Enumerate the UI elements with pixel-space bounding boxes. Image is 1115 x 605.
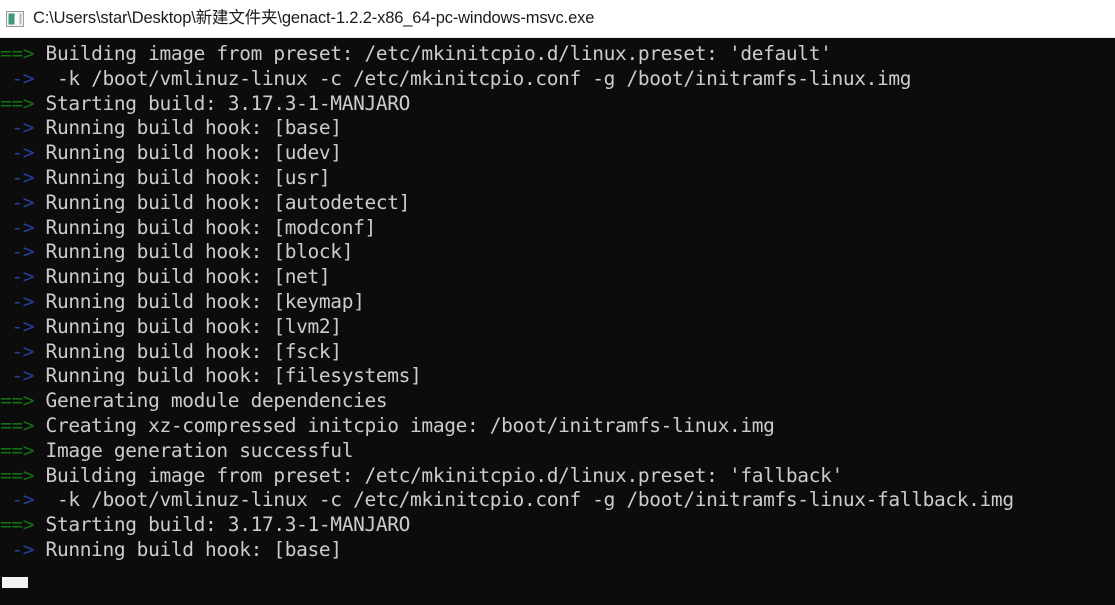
console-line-text: Running build hook: [base] xyxy=(34,116,343,140)
window-title-bar[interactable]: C:\Users\star\Desktop\新建文件夹\genact-1.2.2… xyxy=(0,0,1115,38)
status-arrow-major-icon: ==> xyxy=(0,463,35,487)
console-line-text: Building image from preset: /etc/mkinitc… xyxy=(34,42,832,65)
console-line: -> Running build hook: [keymap] xyxy=(0,290,1115,315)
console-line: -> Running build hook: [base] xyxy=(0,538,1115,563)
status-arrow-major-icon: ==> xyxy=(0,91,35,115)
console-line-text: Starting build: 3.17.3-1-MANJARO xyxy=(34,91,411,115)
console-line-text: Running build hook: [base] xyxy=(34,537,343,561)
console-line: ==> Generating module dependencies xyxy=(0,389,1115,414)
console-line: -> Running build hook: [usr] xyxy=(0,166,1115,191)
status-arrow-minor-icon: -> xyxy=(0,339,35,363)
status-arrow-minor-icon: -> xyxy=(0,240,35,264)
window-title-text: C:\Users\star\Desktop\新建文件夹\genact-1.2.2… xyxy=(33,9,595,28)
console-line: ==> Starting build: 3.17.3-1-MANJARO xyxy=(0,92,1115,117)
console-line-text: Running build hook: [modconf] xyxy=(34,215,377,239)
console-line-text: Running build hook: [autodetect] xyxy=(34,190,411,214)
console-line-text: Running build hook: [lvm2] xyxy=(34,314,343,338)
status-arrow-minor-icon: -> xyxy=(0,116,35,140)
console-line-text: Running build hook: [keymap] xyxy=(34,289,365,313)
status-arrow-major-icon: ==> xyxy=(0,438,35,462)
status-arrow-minor-icon: -> xyxy=(0,66,35,90)
status-arrow-major-icon: ==> xyxy=(0,413,35,437)
console-line: -> -k /boot/vmlinuz-linux -c /etc/mkinit… xyxy=(0,67,1115,92)
console-line: -> Running build hook: [net] xyxy=(0,265,1115,290)
block-cursor xyxy=(2,577,28,588)
console-line: -> Running build hook: [filesystems] xyxy=(0,364,1115,389)
console-line: -> Running build hook: [fsck] xyxy=(0,340,1115,365)
console-line-text: Generating module dependencies xyxy=(34,389,388,413)
status-arrow-major-icon: ==> xyxy=(0,513,35,537)
status-arrow-minor-icon: -> xyxy=(0,537,35,561)
console-line-text: Image generation successful xyxy=(34,438,354,462)
status-arrow-minor-icon: -> xyxy=(0,289,35,313)
console-line-text: Running build hook: [usr] xyxy=(34,165,331,189)
console-line-text: -k /boot/vmlinuz-linux -c /etc/mkinitcpi… xyxy=(34,66,912,90)
console-line-text: Running build hook: [net] xyxy=(34,265,331,289)
console-line-list: ==> Building image from preset: /etc/mki… xyxy=(0,42,1115,563)
status-arrow-major-icon: ==> xyxy=(0,389,35,413)
status-arrow-major-icon: ==> xyxy=(0,42,35,65)
console-line: -> -k /boot/vmlinuz-linux -c /etc/mkinit… xyxy=(0,488,1115,513)
console-line: ==> Building image from preset: /etc/mki… xyxy=(0,42,1115,67)
console-line: ==> Starting build: 3.17.3-1-MANJARO xyxy=(0,513,1115,538)
console-line-text: Running build hook: [block] xyxy=(34,240,354,264)
console-line-text: Running build hook: [udev] xyxy=(34,141,343,165)
console-line-text: Building image from preset: /etc/mkinitc… xyxy=(34,463,844,487)
console-line: -> Running build hook: [lvm2] xyxy=(0,315,1115,340)
console-line: -> Running build hook: [autodetect] xyxy=(0,191,1115,216)
status-arrow-minor-icon: -> xyxy=(0,488,35,512)
console-line: ==> Building image from preset: /etc/mki… xyxy=(0,464,1115,489)
console-line-text: Running build hook: [fsck] xyxy=(34,339,343,363)
status-arrow-minor-icon: -> xyxy=(0,141,35,165)
status-arrow-minor-icon: -> xyxy=(0,265,35,289)
console-line-text: Running build hook: [filesystems] xyxy=(34,364,422,388)
console-line: -> Running build hook: [modconf] xyxy=(0,216,1115,241)
console-line: -> Running build hook: [block] xyxy=(0,240,1115,265)
console-line-text: -k /boot/vmlinuz-linux -c /etc/mkinitcpi… xyxy=(34,488,1014,512)
console-line-text: Creating xz-compressed initcpio image: /… xyxy=(34,413,775,437)
console-line-text: Starting build: 3.17.3-1-MANJARO xyxy=(34,513,411,537)
console-output-area[interactable]: ==> Building image from preset: /etc/mki… xyxy=(0,38,1115,605)
status-arrow-minor-icon: -> xyxy=(0,165,35,189)
status-arrow-minor-icon: -> xyxy=(0,190,35,214)
console-window-icon xyxy=(6,10,24,27)
console-line: ==> Image generation successful xyxy=(0,439,1115,464)
status-arrow-minor-icon: -> xyxy=(0,215,35,239)
console-line: ==> Creating xz-compressed initcpio imag… xyxy=(0,414,1115,439)
console-line: -> Running build hook: [base] xyxy=(0,116,1115,141)
status-arrow-minor-icon: -> xyxy=(0,314,35,338)
console-line: -> Running build hook: [udev] xyxy=(0,141,1115,166)
status-arrow-minor-icon: -> xyxy=(0,364,35,388)
